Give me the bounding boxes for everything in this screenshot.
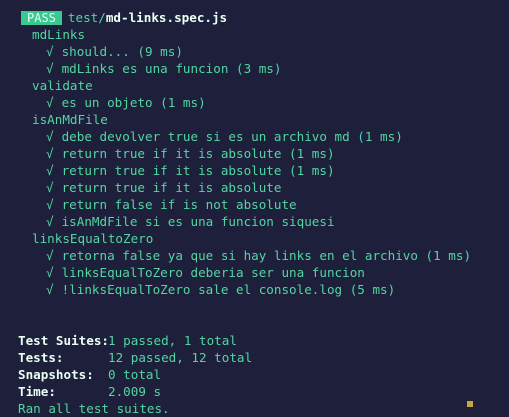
pass-badge: PASS: [21, 10, 62, 25]
summary-value: 1 passed, 1 total: [108, 333, 237, 348]
check-icon: √: [46, 265, 54, 280]
check-icon: √: [46, 248, 54, 263]
test-label: retorna false ya que si hay links en el …: [61, 248, 472, 263]
test-result: √ return false if is not absolute: [0, 196, 509, 213]
test-summary: Test Suites:1 passed, 1 total Tests: 12 p…: [0, 332, 509, 417]
test-label: linksEqualToZero deberia ser una funcion: [61, 265, 365, 280]
test-path-file: md-links.spec.js: [105, 10, 228, 25]
test-label: es un objeto (1 ms): [61, 95, 206, 110]
check-icon: √: [46, 282, 54, 297]
check-icon: √: [46, 163, 54, 178]
test-result: √ debe devolver true si es un archivo md …: [0, 128, 509, 145]
test-result: √ !linksEqualToZero sale el console.log (…: [0, 281, 509, 298]
test-result: √ isAnMdFile si es una funcion siquesi: [0, 213, 509, 230]
test-result: √ linksEqualToZero deberia ser una funcio…: [0, 264, 509, 281]
check-icon: √: [46, 61, 54, 76]
summary-label: Time:: [18, 384, 56, 399]
test-result: √ should... (9 ms): [0, 43, 509, 60]
summary-label: Test Suites:: [18, 333, 109, 348]
check-icon: √: [46, 146, 54, 161]
test-result: √ mdLinks es una funcion (3 ms): [0, 60, 509, 77]
check-icon: √: [46, 214, 54, 229]
test-label: mdLinks es una funcion (3 ms): [61, 61, 282, 76]
suite-name: linksEqualtoZero: [32, 231, 154, 246]
summary-value: 0 total: [108, 367, 162, 382]
test-label: should... (9 ms): [61, 44, 183, 59]
test-label: return true if it is absolute (1 ms): [61, 163, 335, 178]
check-icon: √: [46, 44, 54, 59]
summary-label: Snapshots:: [18, 367, 94, 382]
test-label: return true if it is absolute (1 ms): [61, 146, 335, 161]
test-result: √ return true if it is absolute (1 ms): [0, 145, 509, 162]
test-label: return true if it is absolute: [61, 180, 282, 195]
check-icon: √: [46, 180, 54, 195]
result-header: PASS test/md-links.spec.js: [0, 9, 509, 26]
summary-test-suites: Test Suites:1 passed, 1 total: [0, 332, 509, 349]
test-label: return false if is not absolute: [61, 197, 297, 212]
test-result: √ return true if it is absolute: [0, 179, 509, 196]
terminal-output: PASS test/md-links.spec.js mdLinks √ shou…: [0, 9, 509, 416]
test-path-dir: test/: [67, 10, 106, 25]
test-label: debe devolver true si es un archivo md (…: [61, 129, 403, 144]
summary-value: 12 passed, 12 total: [108, 350, 253, 365]
test-result: √ es un objeto (1 ms): [0, 94, 509, 111]
check-icon: √: [46, 129, 54, 144]
summary-footer: Ran all test suites.: [18, 401, 170, 416]
test-result: √ return true if it is absolute (1 ms): [0, 162, 509, 179]
check-icon: √: [46, 95, 54, 110]
suite-name: mdLinks: [32, 27, 86, 42]
test-result: √ retorna false ya que si hay links en el…: [0, 247, 509, 264]
test-label: isAnMdFile si es una funcion siquesi: [61, 214, 335, 229]
summary-label: Tests:: [18, 350, 64, 365]
summary-value: 2.009 s: [108, 384, 162, 399]
suite-name: validate: [32, 78, 93, 93]
test-label: !linksEqualToZero sale el console.log (5…: [61, 282, 396, 297]
summary-snapshots: Snapshots: 0 total: [0, 366, 509, 383]
summary-tests: Tests: 12 passed, 12 total: [0, 349, 509, 366]
summary-time: Time: 2.009 s: [0, 383, 509, 400]
terminal-cursor: [467, 401, 473, 407]
check-icon: √: [46, 197, 54, 212]
suite-name: isAnMdFile: [32, 112, 108, 127]
